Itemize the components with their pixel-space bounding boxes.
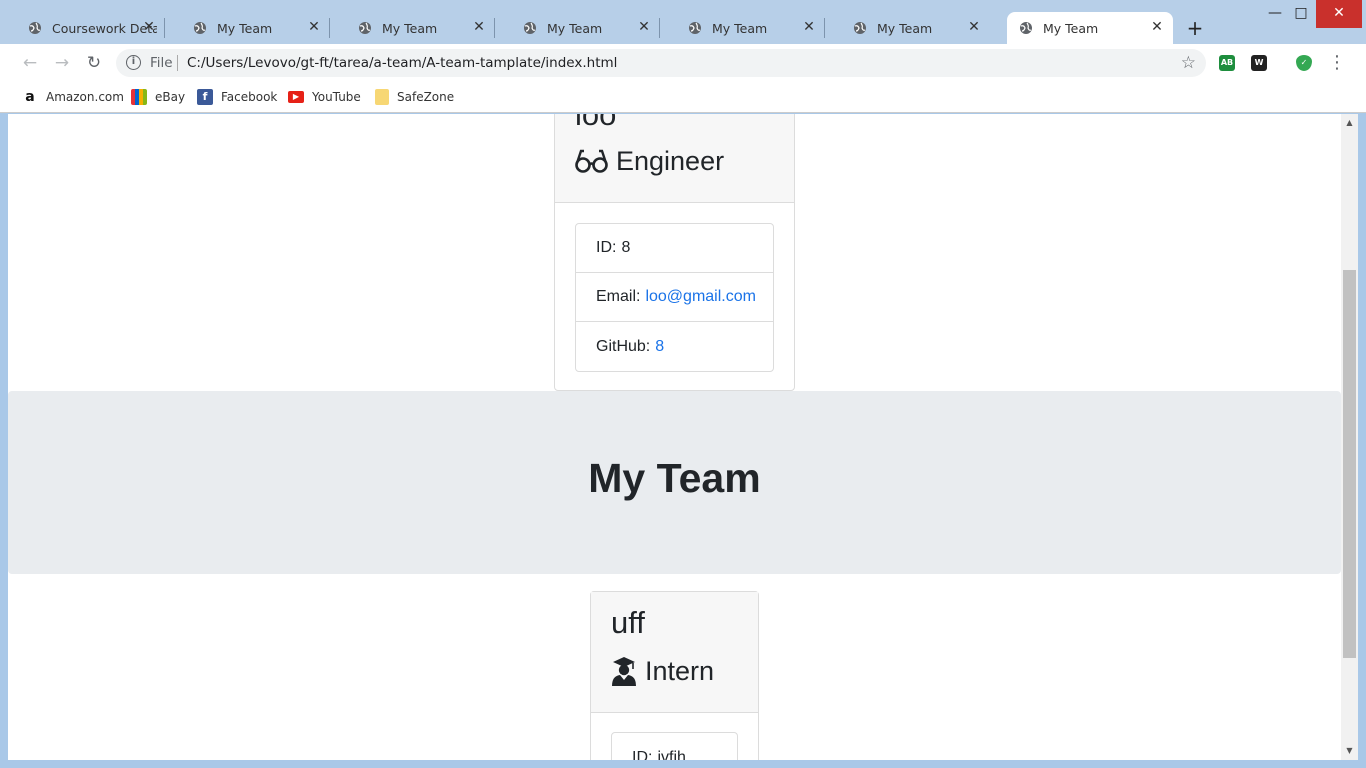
- tab-my-team[interactable]: My Team ✕: [660, 12, 825, 44]
- email-label: Email:: [596, 288, 641, 305]
- star-icon[interactable]: ☆: [1181, 53, 1196, 73]
- intern-card: uff Intern ID: jvfjh: [590, 591, 759, 760]
- bookmark-label: Amazon.com: [46, 90, 124, 104]
- amazon-icon: a: [25, 89, 35, 105]
- window-frame: [0, 760, 1366, 768]
- globe-icon: [854, 22, 866, 34]
- tab-title: My Team: [1043, 20, 1099, 36]
- tab-my-team[interactable]: My Team ✕: [825, 12, 990, 44]
- id-row: ID: jvfjh: [612, 733, 737, 761]
- scroll-up-arrow-icon[interactable]: ▲: [1341, 116, 1358, 130]
- facebook-icon: f: [197, 89, 213, 105]
- tab-coursework-detail[interactable]: Coursework Detail ✕: [0, 12, 165, 44]
- id-label: ID:: [596, 239, 617, 256]
- reload-icon[interactable]: ↻: [83, 52, 105, 74]
- bookmark-amazon[interactable]: a Amazon.com: [22, 88, 124, 106]
- page-title: My Team: [588, 455, 761, 501]
- info-icon[interactable]: i: [126, 55, 141, 70]
- employee-role: Engineer: [575, 143, 774, 179]
- scheme-label: File: [150, 55, 173, 71]
- shield-extension-icon[interactable]: ✓: [1296, 55, 1312, 71]
- scroll-down-arrow-icon[interactable]: ▼: [1341, 744, 1358, 758]
- tab-strip: Coursework Detail ✕ My Team ✕ My Team ✕ …: [0, 0, 1366, 46]
- employee-name: loo: [575, 114, 617, 132]
- forward-arrow-icon[interactable]: →: [51, 52, 73, 74]
- github-label: GitHub:: [596, 337, 651, 355]
- id-value: jvfjh: [657, 748, 686, 761]
- globe-icon: [194, 22, 206, 34]
- bookmarks-bar: a Amazon.com eBay f Facebook ▶ YouTube S…: [0, 82, 1366, 113]
- url-text[interactable]: C:/Users/Levovo/gt-ft/tarea/a-team/A-tea…: [187, 55, 617, 71]
- tab-my-team-active[interactable]: My Team ✕: [1007, 12, 1173, 44]
- globe-icon: [689, 22, 701, 34]
- bookmark-label: YouTube: [312, 90, 361, 104]
- github-row: GitHub: 8: [576, 322, 773, 371]
- divider: [177, 55, 178, 71]
- engineer-card: loo Engineer ID: 8 Email: loo@gmail.com: [554, 114, 795, 391]
- close-icon[interactable]: ✕: [306, 19, 322, 35]
- close-icon[interactable]: ✕: [636, 19, 652, 35]
- toolbar: ← → ↻ i File C:/Users/Levovo/gt-ft/tarea…: [0, 44, 1366, 82]
- close-icon[interactable]: ✕: [141, 19, 157, 35]
- details-list: ID: 8 Email: loo@gmail.com GitHub: 8: [575, 223, 774, 372]
- w-extension-icon[interactable]: W: [1251, 55, 1267, 71]
- bookmark-safezone[interactable]: SafeZone: [375, 88, 454, 106]
- scroll-thumb[interactable]: [1343, 270, 1356, 658]
- details-list: ID: jvfjh: [611, 732, 738, 760]
- bookmark-ebay[interactable]: eBay: [131, 88, 185, 106]
- employee-role: Intern: [611, 653, 738, 689]
- folder-icon: [375, 89, 389, 105]
- role-label: Engineer: [616, 146, 725, 176]
- tab-my-team[interactable]: My Team ✕: [165, 12, 330, 44]
- email-link[interactable]: loo@gmail.com: [645, 288, 756, 306]
- card-header: uff Intern: [591, 592, 758, 713]
- youtube-icon: ▶: [288, 91, 304, 103]
- email-row: Email: loo@gmail.com: [576, 273, 773, 322]
- menu-dots-icon[interactable]: ⋮: [1328, 53, 1346, 73]
- bookmark-label: eBay: [155, 90, 186, 104]
- employee-name: uff: [611, 605, 645, 640]
- back-arrow-icon[interactable]: ←: [19, 52, 41, 74]
- window-frame: [1358, 114, 1366, 768]
- globe-icon: [1020, 22, 1032, 34]
- globe-icon: [524, 22, 536, 34]
- id-value: 8: [621, 239, 631, 256]
- adblock-extension-icon[interactable]: AB: [1219, 55, 1235, 71]
- bookmark-label: Facebook: [221, 90, 278, 104]
- bookmark-youtube[interactable]: ▶ YouTube: [288, 88, 361, 106]
- close-icon[interactable]: ✕: [966, 19, 982, 35]
- bookmark-label: SafeZone: [397, 90, 455, 104]
- tab-my-team[interactable]: My Team ✕: [495, 12, 660, 44]
- new-tab-button[interactable]: +: [1183, 17, 1207, 41]
- ebay-icon: [131, 89, 147, 105]
- close-icon[interactable]: ✕: [801, 19, 817, 35]
- id-row: ID: 8: [576, 224, 773, 273]
- vertical-scrollbar[interactable]: ▲ ▼: [1341, 114, 1358, 760]
- page-viewport: loo Engineer ID: 8 Email: loo@gmail.com: [8, 114, 1341, 760]
- tab-my-team[interactable]: My Team ✕: [330, 12, 495, 44]
- close-icon[interactable]: ✕: [1149, 19, 1165, 35]
- glasses-icon: [575, 149, 608, 173]
- card-header: loo Engineer: [555, 114, 794, 203]
- globe-icon: [29, 22, 41, 34]
- address-bar[interactable]: i File C:/Users/Levovo/gt-ft/tarea/a-tea…: [116, 49, 1206, 77]
- github-link[interactable]: 8: [655, 338, 664, 356]
- maximize-button[interactable]: □: [1284, 0, 1318, 28]
- jumbotron: My Team: [8, 391, 1341, 574]
- close-window-button[interactable]: ✕: [1316, 0, 1362, 28]
- role-label: Intern: [645, 656, 715, 686]
- graduate-icon: [612, 657, 636, 686]
- globe-icon: [359, 22, 371, 34]
- id-label: ID:: [632, 748, 653, 761]
- close-icon[interactable]: ✕: [471, 19, 487, 35]
- bookmark-facebook[interactable]: f Facebook: [197, 88, 277, 106]
